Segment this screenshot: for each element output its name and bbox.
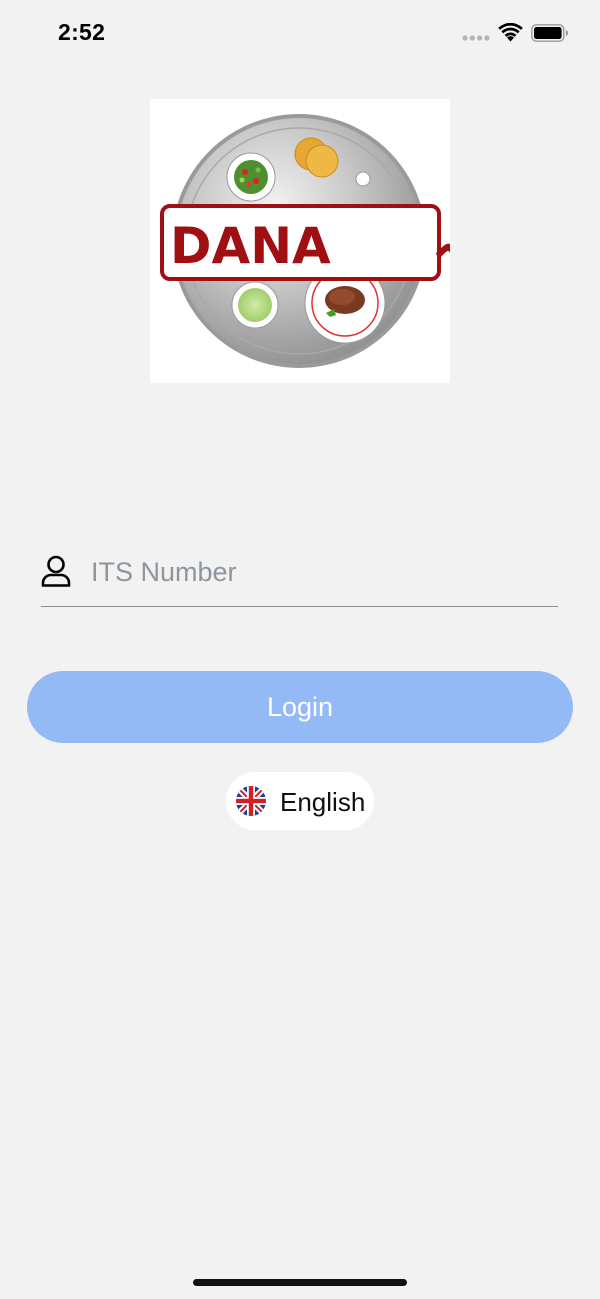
uk-flag-icon	[236, 786, 266, 816]
its-number-input[interactable]	[91, 550, 551, 594]
its-number-field	[41, 542, 558, 607]
dana-logo: DANA دانہ	[150, 99, 450, 383]
login-button[interactable]: Login	[27, 671, 573, 743]
cellular-signal-icon	[462, 35, 490, 41]
battery-icon	[531, 24, 568, 42]
logo-arabic-text: دانہ	[432, 215, 450, 273]
login-screen: 2:52 DANA ہ ITS Number Login English	[0, 0, 600, 1299]
login-button-label: Login	[266, 691, 334, 722]
status-bar: 2:52	[0, 0, 600, 66]
language-label: English	[280, 787, 366, 817]
wifi-icon	[498, 23, 523, 42]
logo-latin-text: DANA	[170, 217, 331, 275]
language-selector[interactable]: English	[226, 772, 374, 830]
status-time: 2:52	[58, 19, 106, 45]
user-icon	[41, 555, 71, 587]
home-indicator[interactable]	[193, 1279, 407, 1286]
